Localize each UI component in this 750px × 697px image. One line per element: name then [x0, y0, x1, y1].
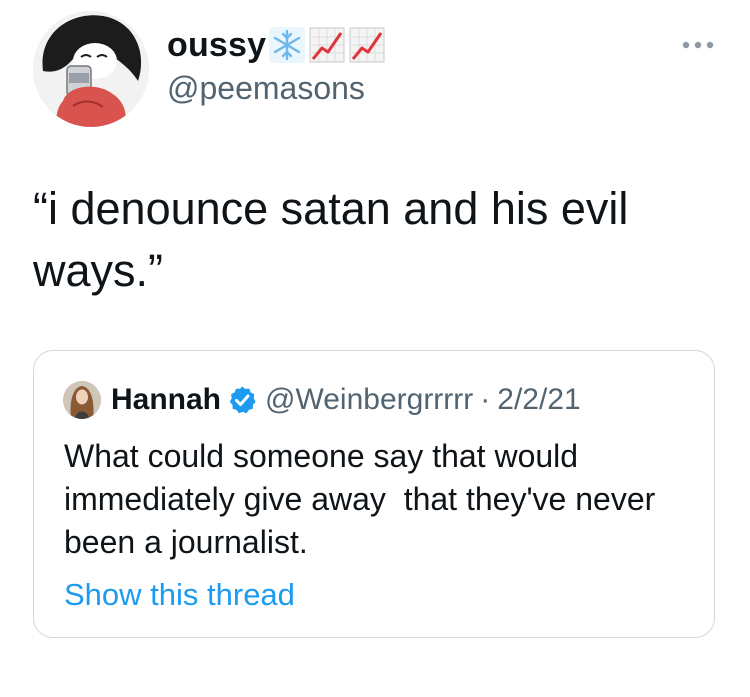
author-avatar[interactable] — [33, 11, 149, 127]
tweet-text: “i denounce satan and his evil ways.” — [33, 183, 629, 296]
verified-badge-icon — [229, 386, 256, 414]
author-display-name[interactable]: oussy — [167, 26, 266, 65]
snowflake-icon — [269, 27, 306, 63]
author-handle[interactable]: @peemasons — [167, 70, 365, 107]
quoted-author-avatar[interactable] — [63, 381, 101, 419]
quoted-author-display-name[interactable]: Hannah — [111, 383, 221, 417]
tweet: oussy @peemasons “i denounce satan and h… — [0, 0, 750, 697]
quoted-tweet-card[interactable]: Hannah @Weinbergrrrrr · 2/2/21 What coul… — [33, 350, 715, 638]
chart-increasing-icon — [309, 27, 345, 63]
quoted-author-handle[interactable]: @Weinbergrrrrr — [265, 383, 473, 417]
chart-increasing-icon — [349, 27, 385, 63]
show-thread-link[interactable]: Show this thread — [64, 577, 295, 613]
quoted-tweet-header: Hannah @Weinbergrrrrr · 2/2/21 — [63, 379, 581, 421]
header-separator: · — [480, 383, 491, 416]
quoted-tweet-date[interactable]: 2/2/21 — [497, 383, 580, 417]
author-name-row[interactable]: oussy — [167, 26, 386, 64]
more-options-icon[interactable] — [681, 40, 715, 50]
quoted-tweet-text: What could someone say that would immedi… — [64, 438, 665, 560]
